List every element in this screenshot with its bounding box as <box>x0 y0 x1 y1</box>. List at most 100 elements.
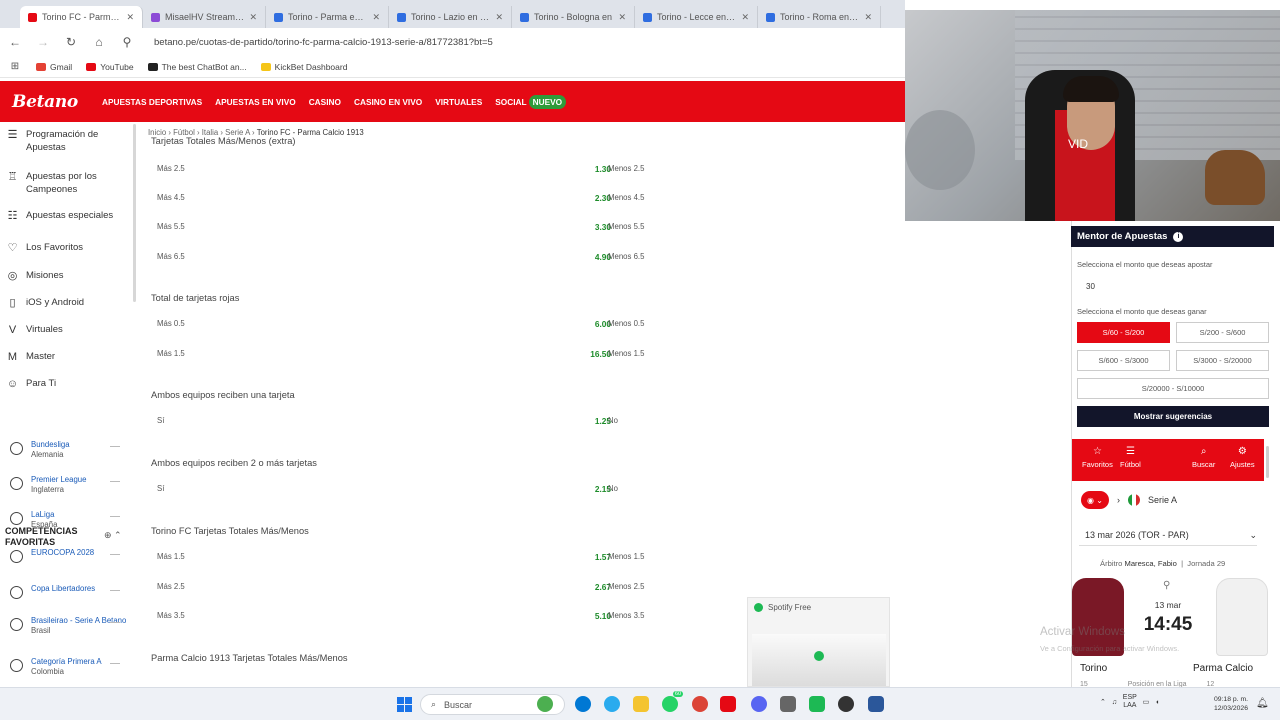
nav-link[interactable]: APUESTAS EN VIVO <box>215 97 296 107</box>
odds-button[interactable]: 6.00 <box>571 319 611 329</box>
nav-link[interactable]: SOCIAL NUEVO <box>495 94 567 109</box>
amount-input[interactable]: 30 <box>1077 279 1269 295</box>
system-tray[interactable]: ⌃ ♫ ESP LAA ▭ ◖ <box>1100 694 1159 710</box>
sidebar-item[interactable]: M Master <box>6 351 130 364</box>
competition-item[interactable]: Bundesliga Alemania <box>10 440 128 460</box>
bookmark-item[interactable]: KickBet Dashboard <box>260 62 347 72</box>
toolbar-item[interactable]: ☆ Favoritos <box>1082 446 1113 469</box>
sidebar-item[interactable]: ◎ Misiones <box>6 270 130 283</box>
range-option-button[interactable]: S/600 - S/3000 <box>1077 350 1170 371</box>
spotify-mini-player[interactable]: Spotify Free <box>747 597 890 687</box>
sidebar-item[interactable]: ▯ iOS y Android <box>6 297 130 310</box>
remove-favorite-icon[interactable] <box>110 554 120 555</box>
right-scrollbar[interactable] <box>1266 446 1269 478</box>
add-collapse-icon[interactable]: ⊕ ⌃ <box>104 530 122 541</box>
remove-favorite-icon[interactable] <box>110 590 120 591</box>
windows-start-icon[interactable] <box>397 697 412 712</box>
sidebar-item[interactable]: ☷ Apuestas especiales <box>6 210 130 223</box>
discord-icon[interactable] <box>751 696 767 712</box>
taskbar-clock[interactable]: 09:18 p. m. 12/03/2026 <box>1206 696 1248 713</box>
remove-favorite-icon[interactable] <box>110 516 120 517</box>
toolbar-item[interactable]: ☰ Fútbol <box>1120 446 1141 469</box>
sidebar-item[interactable]: ♡ Los Favoritos <box>6 242 130 255</box>
sidebar-item[interactable]: ♖ Apuestas por los Campeones <box>6 171 130 196</box>
remove-favorite-icon[interactable] <box>110 622 120 623</box>
browser-tab[interactable]: MisaelHV Stream - W ✕ <box>143 6 266 28</box>
range-option-button[interactable]: S/60 - S/200 <box>1077 322 1170 343</box>
toolbar-item[interactable]: ⚙ Ajustes <box>1230 446 1255 469</box>
browser-tab[interactable]: Torino - Bologna en ✕ <box>512 6 635 28</box>
odds-button[interactable]: 5.10 <box>571 611 611 621</box>
telegram-icon[interactable] <box>604 696 620 712</box>
toolbar-item[interactable]: ⌕ Buscar <box>1192 446 1215 469</box>
competition-item[interactable]: Premier League Inglaterra <box>10 475 128 495</box>
league-selector-icon[interactable]: ◉ ⌄ <box>1081 491 1109 509</box>
text-app-icon[interactable] <box>720 696 736 712</box>
file-explorer-icon[interactable] <box>633 696 649 712</box>
odds-button[interactable]: 2.67 <box>571 582 611 592</box>
reload-icon[interactable]: ↻ <box>64 35 78 49</box>
sidebar-item[interactable]: ☺ Para Ti <box>6 378 130 391</box>
chrome-icon[interactable] <box>692 696 708 712</box>
range-option-button[interactable]: S/3000 - S/20000 <box>1176 350 1269 371</box>
odds-button[interactable]: 1.25 <box>571 416 611 426</box>
remove-favorite-icon[interactable] <box>110 481 120 482</box>
remove-favorite-icon[interactable] <box>110 663 120 664</box>
competition-item[interactable]: Categoría Primera A Colombia <box>10 657 128 677</box>
pin-icon[interactable]: ⚲ <box>1163 580 1170 591</box>
browser-tab[interactable]: Torino - Lazio en viv ✕ <box>389 6 512 28</box>
close-tab-icon[interactable]: ✕ <box>495 12 503 23</box>
sidebar-item[interactable]: ☰ Programación de Apuestas <box>6 129 130 154</box>
range-option-button[interactable]: S/20000 - S/10000 <box>1077 378 1269 399</box>
site-info-icon[interactable]: ⚲ <box>120 35 134 49</box>
nav-link[interactable]: VIRTUALES <box>435 97 482 107</box>
widget-icon[interactable] <box>537 696 553 712</box>
odds-button[interactable]: 1.57 <box>571 552 611 562</box>
obs-icon[interactable] <box>838 696 854 712</box>
nav-link[interactable]: CASINO <box>309 97 341 107</box>
sidebar-item[interactable]: V Virtuales <box>6 324 130 337</box>
browser-tab[interactable]: Torino - Roma en viv ✕ <box>758 6 881 28</box>
odds-button[interactable]: 2.15 <box>571 484 611 494</box>
url-field[interactable]: betano.pe/cuotas-de-partido/torino-fc-pa… <box>154 37 493 48</box>
home-icon[interactable]: ⌂ <box>92 35 106 49</box>
competition-item[interactable]: LaLiga España <box>10 510 128 530</box>
word-icon[interactable] <box>868 696 884 712</box>
odds-button[interactable]: 1.30 <box>571 164 611 174</box>
close-tab-icon[interactable]: ✕ <box>741 12 749 23</box>
close-tab-icon[interactable]: ✕ <box>864 12 872 23</box>
spotify-taskbar-icon[interactable] <box>809 696 825 712</box>
betano-logo[interactable]: Betano <box>12 92 78 112</box>
bookmark-item[interactable]: YouTube <box>86 62 134 72</box>
close-tab-icon[interactable]: ✕ <box>372 12 380 23</box>
competition-item[interactable]: Brasileirao - Serie A Betano Brasil <box>10 616 128 636</box>
competition-item[interactable]: Copa Libertadores <box>10 584 128 599</box>
sidebar-scrollbar[interactable] <box>133 124 136 302</box>
close-tab-icon[interactable]: ✕ <box>249 12 257 23</box>
notification-icon[interactable]: 🔔︎ <box>1256 698 1269 709</box>
back-icon[interactable]: ← <box>8 35 22 49</box>
forward-icon[interactable]: → <box>36 35 50 49</box>
browser-tab[interactable]: Torino - Lecce en viv ✕ <box>635 6 758 28</box>
odds-button[interactable]: 2.30 <box>571 193 611 203</box>
show-suggestions-button[interactable]: Mostrar sugerencias <box>1077 406 1269 427</box>
odds-button[interactable]: 16.50 <box>571 349 611 359</box>
spotify-play-icon[interactable] <box>814 651 824 661</box>
odds-button[interactable]: 3.30 <box>571 222 611 232</box>
nav-link[interactable]: APUESTAS DEPORTIVAS <box>102 97 202 107</box>
apps-grid-icon[interactable]: ⊞ <box>8 61 22 72</box>
browser-tab[interactable]: Torino - Parma en viv ✕ <box>266 6 389 28</box>
odds-button[interactable]: 4.90 <box>571 252 611 262</box>
browser-tab[interactable]: Torino FC - Parma C ✕ <box>20 6 143 28</box>
edge-icon[interactable] <box>575 696 591 712</box>
bookmark-item[interactable]: The best ChatBot an... <box>147 62 247 72</box>
match-date-select[interactable]: 13 mar 2026 (TOR - PAR) ⌄ <box>1079 525 1257 546</box>
remove-favorite-icon[interactable] <box>110 446 120 447</box>
competition-item[interactable]: EUROCOPA 2028 <box>10 548 128 563</box>
nav-link[interactable]: CASINO EN VIVO <box>354 97 422 107</box>
calculator-icon[interactable] <box>780 696 796 712</box>
range-option-button[interactable]: S/200 - S/600 <box>1176 322 1269 343</box>
whatsapp-icon[interactable] <box>662 696 678 712</box>
league-row[interactable]: ◉ ⌄ › Serie A <box>1081 490 1269 510</box>
close-tab-icon[interactable]: ✕ <box>618 12 626 23</box>
